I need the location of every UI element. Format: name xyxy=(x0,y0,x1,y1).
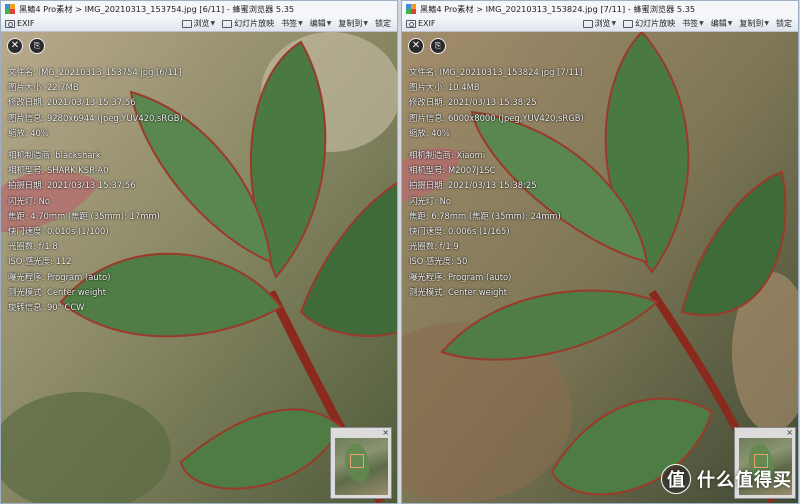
browse-button[interactable]: 浏览 ▼ xyxy=(181,18,216,29)
edit-menu[interactable]: 编辑 ▼ xyxy=(711,18,733,29)
exif-aperture: 光圈数: f/1.8 xyxy=(8,241,58,252)
chevron-down-icon: ▼ xyxy=(727,20,733,27)
exif-flash: 闪光灯: No xyxy=(409,195,451,206)
viewport-indicator[interactable] xyxy=(350,454,364,468)
title-bar[interactable]: 黑鳍4 Pro素材 > IMG_20210313_153754.jpg [6/1… xyxy=(1,1,397,16)
desktop: 黑鳍4 Pro素材 > IMG_20210313_153754.jpg [6/1… xyxy=(0,0,800,504)
close-icon[interactable]: × xyxy=(786,428,793,437)
lock-button[interactable]: 锁定 xyxy=(375,18,391,29)
chevron-down-icon: ▼ xyxy=(699,20,704,27)
browse-icon xyxy=(582,19,593,28)
exif-overlay: 文件名: IMG_20210313_153754.jpg [6/11] 图片大小… xyxy=(8,65,183,315)
toolbar: EXIF 浏览 ▼ 幻灯片放映 书签 ▼ 编辑 ▼ 复制到 ▼ 锁定 xyxy=(402,16,798,32)
exif-imageinfo: 图片信息: 6000x8000 (Jpeg,YUV420,sRGB) xyxy=(409,112,584,123)
copyto-menu[interactable]: 复制到 ▼ xyxy=(739,18,769,29)
image-view[interactable]: ✕ ⎘ 文件名: IMG_20210313_153754.jpg [6/11] … xyxy=(1,32,397,503)
viewer-window-right: 黑鳍4 Pro素材 > IMG_20210313_153824.jpg [7/1… xyxy=(401,0,799,504)
bookmark-menu[interactable]: 书签 ▼ xyxy=(281,18,303,29)
slideshow-icon xyxy=(623,19,634,28)
exif-iso: ISO 感光度: 112 xyxy=(8,256,72,267)
copy-icon[interactable]: ⎘ xyxy=(430,38,446,54)
close-icon[interactable]: ✕ xyxy=(7,38,23,54)
browse-icon xyxy=(181,19,192,28)
close-icon[interactable]: × xyxy=(382,428,389,437)
chevron-down-icon: ▼ xyxy=(764,20,769,27)
exif-program: 曝光程序: Program (auto) xyxy=(8,271,111,282)
exif-iso: ISO 感光度: 50 xyxy=(409,256,468,267)
title-bar[interactable]: 黑鳍4 Pro素材 > IMG_20210313_153824.jpg [7/1… xyxy=(402,1,798,16)
watermark-badge-icon: 值 xyxy=(661,464,691,494)
exif-modified: 修改日期: 2021/03/13 15:38:25 xyxy=(409,97,537,108)
edit-menu[interactable]: 编辑 ▼ xyxy=(310,18,332,29)
watermark-logo: 值 什么值得买 xyxy=(661,464,792,494)
exif-imageinfo: 图片信息: 9280x6944 (Jpeg,YUV420,sRGB) xyxy=(8,112,183,123)
exif-focal: 焦距: 6.78mm (焦距 (35mm): 24mm) xyxy=(409,210,561,221)
exif-datetime: 拍摄日期: 2021/03/13 15:37:56 xyxy=(8,180,136,191)
exif-zoom: 缩放: 40% xyxy=(409,127,450,138)
exif-metering: 测光模式: Center weight xyxy=(409,286,508,297)
exif-filename: 文件名: IMG_20210313_153824.jpg [7/11] xyxy=(409,67,583,77)
slideshow-button[interactable]: 幻灯片放映 xyxy=(222,18,274,29)
camera-icon xyxy=(5,19,15,28)
window-title: 黑鳍4 Pro素材 > IMG_20210313_153824.jpg [7/1… xyxy=(420,3,696,14)
watermark-text: 什么值得买 xyxy=(697,470,792,491)
copy-icon[interactable]: ⎘ xyxy=(29,38,45,54)
exif-focal: 焦距: 4.70mm (焦距 (35mm): 17mm) xyxy=(8,210,160,221)
viewer-window-left: 黑鳍4 Pro素材 > IMG_20210313_153754.jpg [6/1… xyxy=(0,0,398,504)
exif-button[interactable]: EXIF xyxy=(5,19,35,28)
exif-zoom: 缩放: 40% xyxy=(8,127,49,138)
window-title: 黑鳍4 Pro素材 > IMG_20210313_153754.jpg [6/1… xyxy=(19,3,295,14)
exif-overlay: 文件名: IMG_20210313_153824.jpg [7/11] 图片大小… xyxy=(409,65,584,300)
exif-datetime: 拍摄日期: 2021/03/13 15:38:25 xyxy=(409,180,537,191)
chevron-down-icon: ▼ xyxy=(363,20,368,27)
chevron-down-icon: ▼ xyxy=(298,20,303,27)
browse-button[interactable]: 浏览 ▼ xyxy=(582,18,617,29)
exif-filesize: 图片大小: 22.7MB xyxy=(8,82,79,93)
exif-metering: 测光模式: Center weight xyxy=(8,286,107,297)
exif-button[interactable]: EXIF xyxy=(406,19,436,28)
exif-model: 相机型号: M2007J1SC xyxy=(409,165,496,176)
camera-icon xyxy=(406,19,416,28)
exif-model: 相机型号: SHARK KSR-A0 xyxy=(8,165,109,176)
exif-modified: 修改日期: 2021/03/13 15:37:56 xyxy=(8,97,136,108)
exif-program: 曝光程序: Program (auto) xyxy=(409,271,512,282)
exif-filesize: 图片大小: 10.4MB xyxy=(409,82,480,93)
app-icon xyxy=(5,3,15,14)
exif-rotation: 旋转信息: 90° CCW xyxy=(8,302,85,313)
exif-flash: 闪光灯: No xyxy=(8,195,50,206)
close-icon[interactable]: ✕ xyxy=(408,38,424,54)
image-view[interactable]: ✕ ⎘ 文件名: IMG_20210313_153824.jpg [7/11] … xyxy=(402,32,798,503)
exif-shutter: 快门速度: 0.010s (1/100) xyxy=(8,226,109,237)
exif-shutter: 快门速度: 0.006s (1/165) xyxy=(409,226,510,237)
app-icon xyxy=(406,3,416,14)
exif-aperture: 光圈数: f/1.9 xyxy=(409,241,459,252)
exif-maker: 相机制造商: Xiaomi xyxy=(409,150,486,161)
chevron-down-icon: ▼ xyxy=(210,20,216,27)
toolbar: EXIF 浏览 ▼ 幻灯片放映 书签 ▼ 编辑 ▼ 复制到 ▼ 锁定 xyxy=(1,16,397,32)
bookmark-menu[interactable]: 书签 ▼ xyxy=(682,18,704,29)
chevron-down-icon: ▼ xyxy=(326,20,332,27)
exif-filename: 文件名: IMG_20210313_153754.jpg [6/11] xyxy=(8,67,182,77)
lock-button[interactable]: 锁定 xyxy=(776,18,792,29)
slideshow-icon xyxy=(222,19,233,28)
navigator-thumbnail[interactable]: × xyxy=(330,427,392,499)
chevron-down-icon: ▼ xyxy=(611,20,617,27)
slideshow-button[interactable]: 幻灯片放映 xyxy=(623,18,675,29)
exif-maker: 相机制造商: blackshark xyxy=(8,150,101,161)
copyto-menu[interactable]: 复制到 ▼ xyxy=(338,18,368,29)
